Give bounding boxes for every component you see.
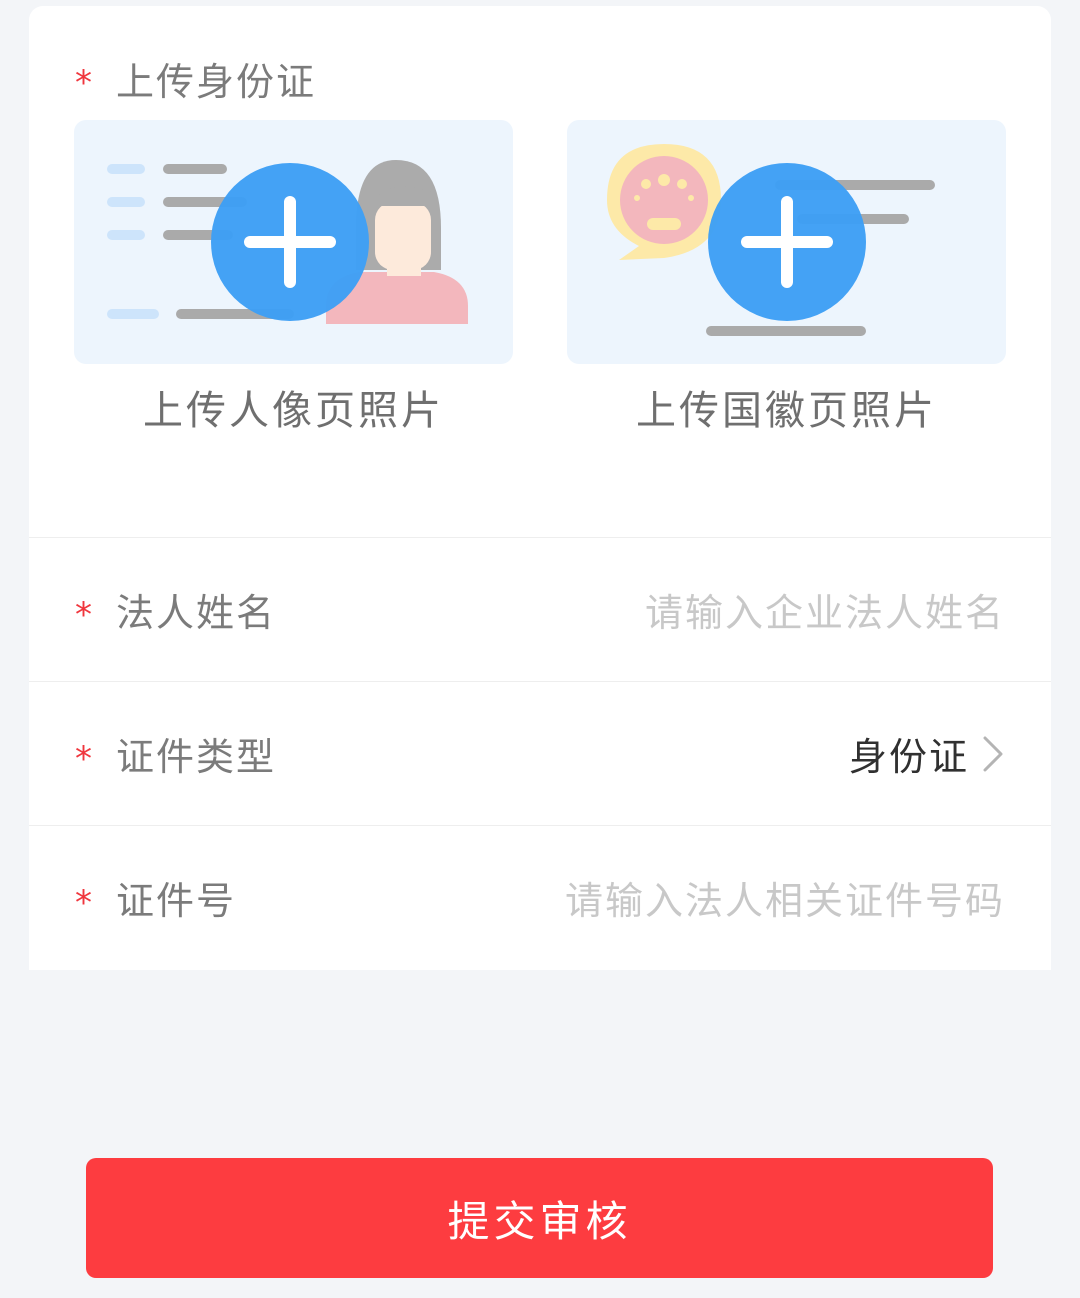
chevron-right-icon[interactable] <box>981 734 1005 774</box>
add-photo-icon <box>708 163 866 321</box>
add-photo-icon <box>211 163 369 321</box>
upload-emblem-page[interactable] <box>567 120 1006 364</box>
required-mark: * <box>75 882 92 923</box>
id-upload-label: 上传身份证 <box>116 59 317 104</box>
id-type-value[interactable]: 身份证 <box>849 726 969 781</box>
id-number-input[interactable]: 请输入法人相关证件号码 <box>565 870 1005 925</box>
required-mark: * <box>75 738 92 779</box>
legal-name-label: 法人姓名 <box>116 591 277 635</box>
id-number-label: 证件号 <box>116 879 237 923</box>
id-upload-title: * 上传身份证 <box>75 50 316 106</box>
required-mark: * <box>75 594 92 635</box>
legal-name-field[interactable]: * 法人姓名 请输入企业法人姓名 <box>29 537 1051 681</box>
upload-portrait-caption: 上传人像页照片 <box>143 388 444 434</box>
legal-name-input[interactable]: 请输入企业法人姓名 <box>645 582 1005 637</box>
id-number-field[interactable]: * 证件号 请输入法人相关证件号码 <box>29 825 1051 969</box>
id-type-label: 证件类型 <box>116 735 277 779</box>
id-type-selector[interactable]: * 证件类型 身份证 <box>29 681 1051 825</box>
form-card: * 上传身份证 上传人像页照片 上传国徽页照片 * 法人姓名 请输入企业法人姓名… <box>29 6 1051 970</box>
required-mark: * <box>75 63 92 103</box>
upload-emblem-caption: 上传国徽页照片 <box>636 388 937 434</box>
upload-portrait-page[interactable] <box>74 120 513 364</box>
submit-review-button[interactable]: 提交审核 <box>86 1158 993 1278</box>
